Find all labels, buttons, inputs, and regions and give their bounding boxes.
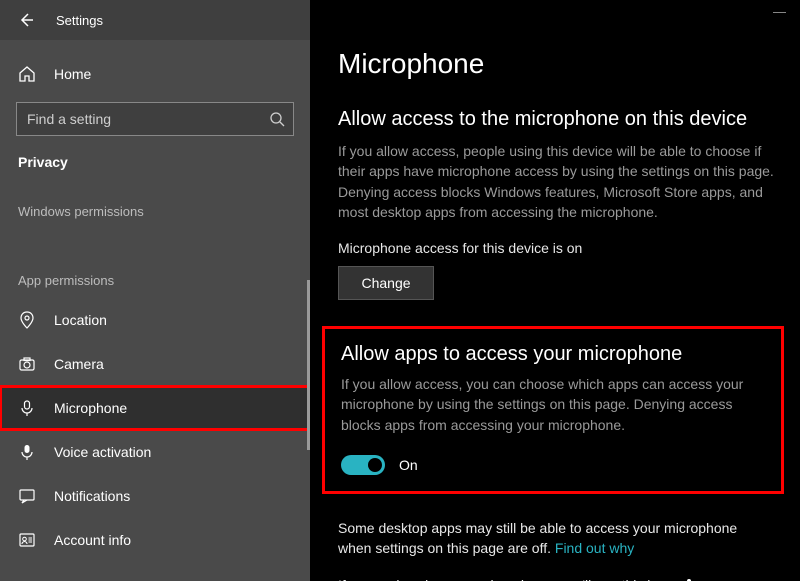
- sidebar-item-label: Location: [54, 312, 107, 328]
- sidebar-home-label: Home: [54, 66, 91, 82]
- page-title: Microphone: [338, 0, 774, 80]
- section-description: If you allow access, you can choose whic…: [341, 374, 765, 435]
- using-line-text: If an app is using your microphone, you'…: [338, 577, 677, 581]
- sidebar-item-notifications[interactable]: Notifications: [0, 474, 310, 518]
- section-description: If you allow access, people using this d…: [338, 141, 774, 222]
- footnote: Some desktop apps may still be able to a…: [338, 518, 774, 559]
- minimize-icon[interactable]: —: [773, 4, 786, 19]
- sidebar-item-label: Microphone: [54, 400, 127, 416]
- sidebar-item-label: Account info: [54, 532, 131, 548]
- header-title: Settings: [56, 13, 103, 28]
- sidebar-category: Privacy: [0, 136, 310, 170]
- main-content: — Microphone Allow access to the microph…: [310, 0, 800, 581]
- change-button[interactable]: Change: [338, 266, 434, 300]
- location-icon: [18, 311, 36, 329]
- device-access-status: Microphone access for this device is on: [338, 240, 774, 256]
- sidebar-home[interactable]: Home: [0, 54, 310, 94]
- find-out-why-link[interactable]: Find out why: [555, 540, 634, 556]
- voice-activation-icon: [18, 443, 36, 461]
- notifications-icon: [18, 487, 36, 505]
- search-box[interactable]: [16, 102, 294, 136]
- sidebar-item-label: Notifications: [54, 488, 130, 504]
- sidebar-item-label: Voice activation: [54, 444, 151, 460]
- search-icon: [269, 111, 285, 127]
- toggle-state-label: On: [399, 457, 418, 473]
- sidebar: Settings Home Privacy Windows permission…: [0, 0, 310, 581]
- search-input[interactable]: [27, 111, 269, 127]
- account-info-icon: [18, 531, 36, 549]
- settings-window: Settings Home Privacy Windows permission…: [0, 0, 800, 581]
- app-access-toggle[interactable]: [341, 455, 385, 475]
- sidebar-group-app-permissions: App permissions: [0, 229, 310, 298]
- using-microphone-line: If an app is using your microphone, you'…: [338, 577, 774, 581]
- sidebar-item-location[interactable]: Location: [0, 298, 310, 342]
- sidebar-item-microphone[interactable]: Microphone: [0, 386, 310, 430]
- microphone-icon: [18, 399, 36, 417]
- sidebar-header: Settings: [0, 0, 310, 40]
- sidebar-item-voice-activation[interactable]: Voice activation: [0, 430, 310, 474]
- section-app-access: Allow apps to access your microphone If …: [322, 326, 784, 494]
- back-icon[interactable]: [18, 12, 34, 28]
- sidebar-group-windows-permissions: Windows permissions: [0, 170, 310, 229]
- camera-icon: [18, 355, 36, 373]
- sidebar-item-account-info[interactable]: Account info: [0, 518, 310, 562]
- footnote-text: Some desktop apps may still be able to a…: [338, 520, 737, 556]
- sidebar-item-label: Camera: [54, 356, 104, 372]
- section-heading: Allow access to the microphone on this d…: [338, 108, 774, 131]
- section-heading: Allow apps to access your microphone: [341, 343, 765, 366]
- sidebar-item-camera[interactable]: Camera: [0, 342, 310, 386]
- home-icon: [18, 65, 36, 83]
- toggle-row: On: [341, 455, 765, 475]
- sidebar-list: Location Camera Microphone Voice activat…: [0, 298, 310, 562]
- section-device-access: Allow access to the microphone on this d…: [338, 108, 774, 300]
